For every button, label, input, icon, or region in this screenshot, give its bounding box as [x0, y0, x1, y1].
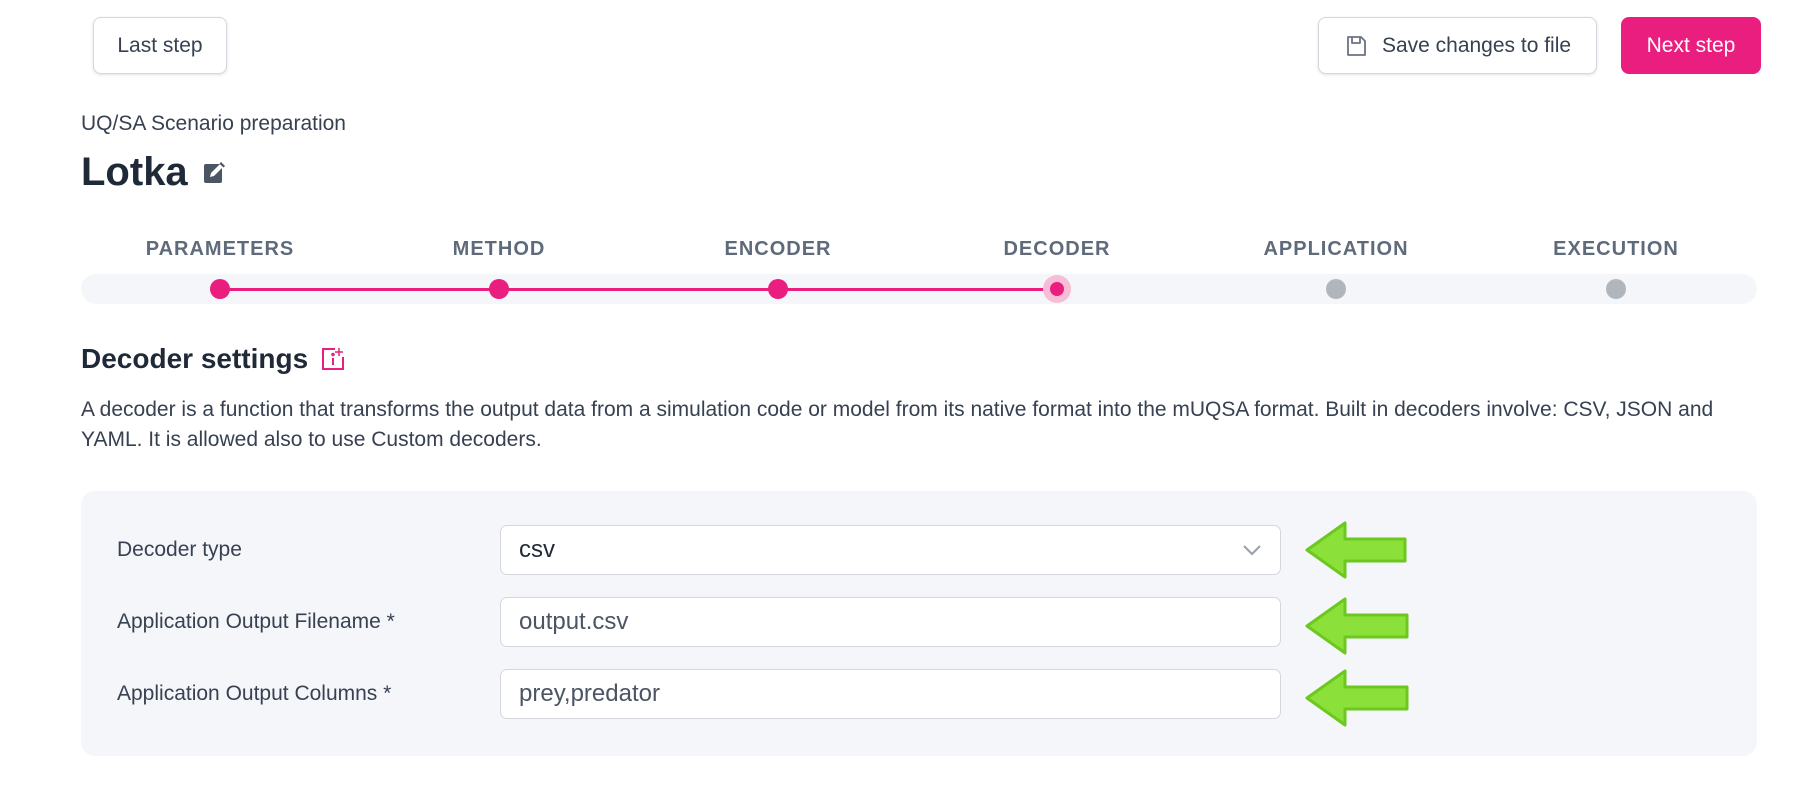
- page: Last step Save changes to file Next step…: [0, 0, 1806, 796]
- section-description: A decoder is a function that transforms …: [81, 398, 1714, 451]
- page-subtitle: UQ/SA Scenario preparation: [81, 112, 346, 135]
- floppy-disk-icon: [1344, 34, 1368, 58]
- output-filename-value: output.csv: [519, 608, 629, 635]
- save-changes-label: Save changes to file: [1381, 33, 1572, 57]
- step-dot-method[interactable]: [489, 279, 509, 299]
- green-arrow-icon: [1305, 595, 1409, 662]
- edit-icon[interactable]: [202, 160, 228, 186]
- output-filename-input[interactable]: output.csv: [500, 597, 1281, 647]
- next-step-label: Next step: [1646, 33, 1736, 57]
- stepper-progress-line: [220, 288, 1056, 291]
- green-arrow-icon: [1305, 519, 1407, 586]
- output-filename-label: Application Output Filename *: [117, 610, 395, 633]
- save-changes-button[interactable]: Save changes to file: [1318, 17, 1597, 74]
- step-dot-parameters[interactable]: [210, 279, 230, 299]
- info-icon[interactable]: [320, 346, 346, 372]
- progress-stepper: PARAMETERS METHOD ENCODER DECODER APPLIC…: [81, 238, 1757, 306]
- step-label-parameters[interactable]: PARAMETERS: [146, 238, 295, 261]
- step-dot-execution[interactable]: [1606, 279, 1626, 299]
- section-title: Decoder settings: [81, 343, 309, 374]
- green-arrow-icon: [1305, 667, 1409, 734]
- step-label-encoder[interactable]: ENCODER: [724, 238, 831, 261]
- page-title: Lotka: [81, 150, 188, 194]
- step-label-execution[interactable]: EXECUTION: [1553, 238, 1679, 261]
- section-header: Decoder settings: [81, 343, 346, 375]
- step-label-application[interactable]: APPLICATION: [1263, 238, 1408, 261]
- output-columns-label: Application Output Columns *: [117, 682, 392, 705]
- last-step-button[interactable]: Last step: [93, 17, 227, 74]
- decoder-type-select[interactable]: csv: [500, 525, 1281, 575]
- title-row: Lotka: [81, 150, 228, 195]
- last-step-label: Last step: [117, 33, 203, 57]
- decoder-type-value: csv: [519, 536, 555, 563]
- step-label-decoder[interactable]: DECODER: [1003, 238, 1110, 261]
- step-dot-encoder[interactable]: [768, 279, 788, 299]
- output-columns-value: prey,predator: [519, 680, 660, 707]
- next-step-button[interactable]: Next step: [1621, 17, 1761, 74]
- output-columns-input[interactable]: prey,predator: [500, 669, 1281, 719]
- chevron-down-icon: [1242, 544, 1262, 556]
- step-label-method[interactable]: METHOD: [453, 238, 546, 261]
- decoder-type-label: Decoder type: [117, 538, 242, 561]
- step-dot-decoder[interactable]: [1043, 275, 1071, 303]
- step-dot-application[interactable]: [1326, 279, 1346, 299]
